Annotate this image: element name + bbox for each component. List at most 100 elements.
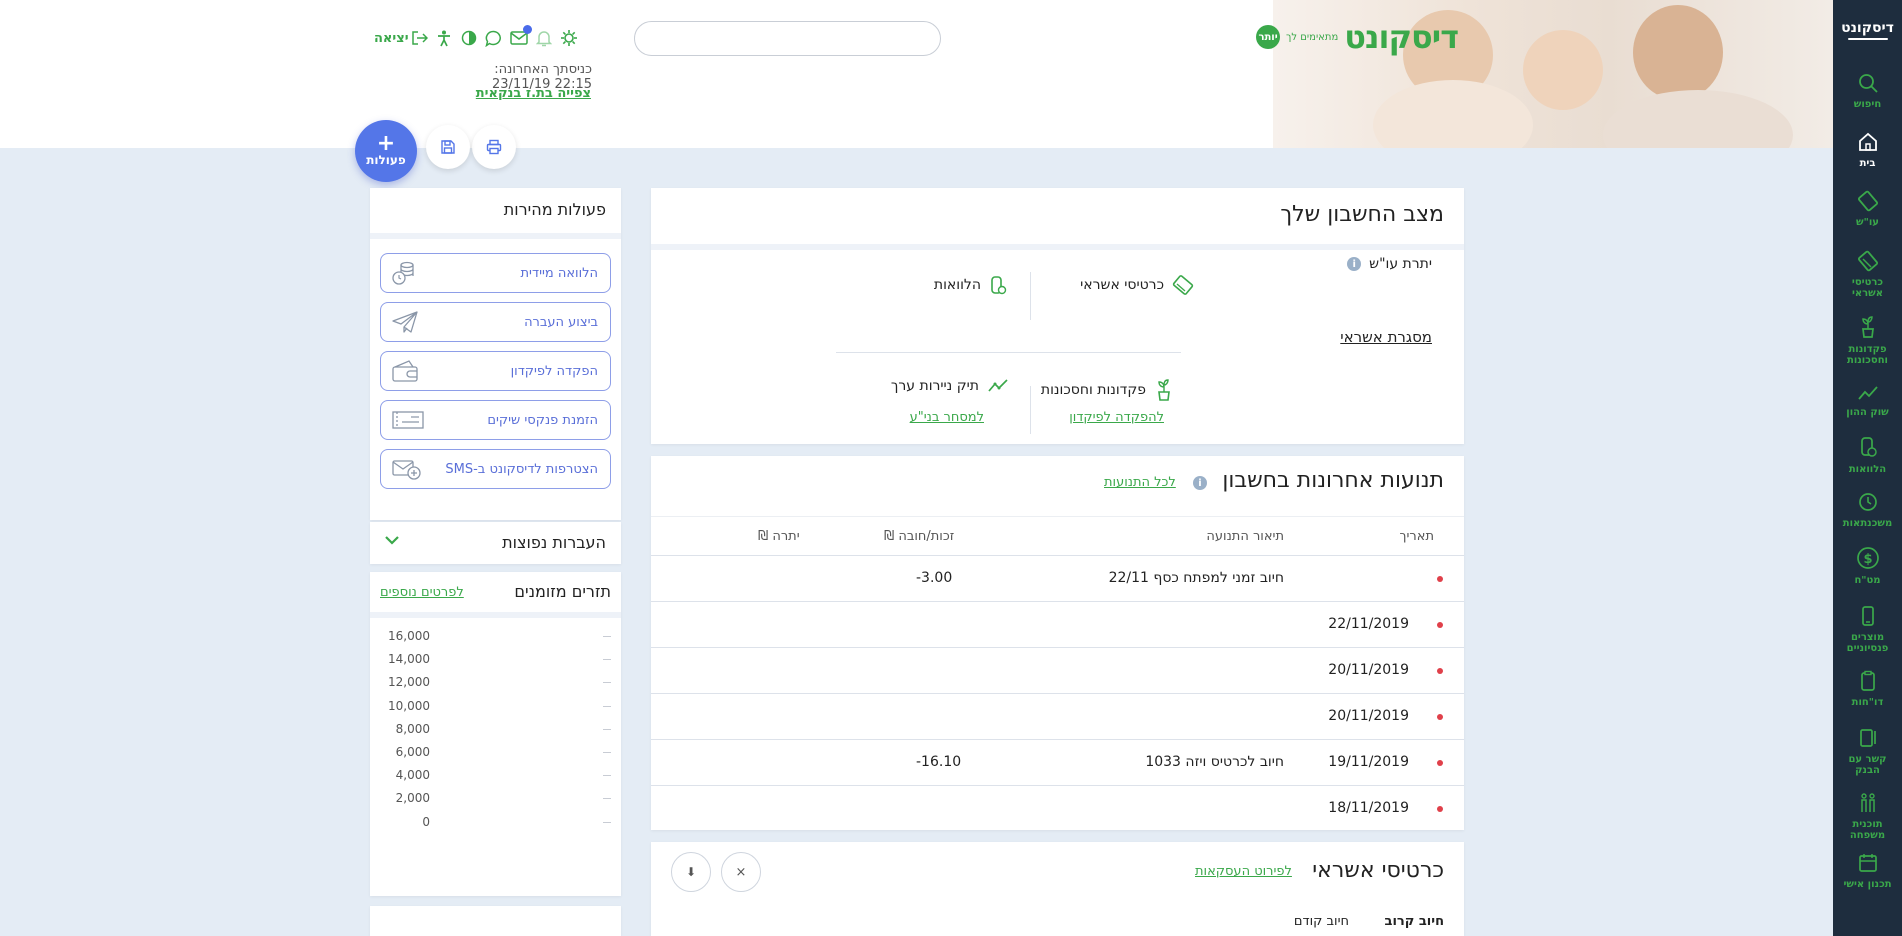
tiles-divider xyxy=(836,352,1181,353)
sidebar-item-home[interactable]: בית xyxy=(1833,131,1902,169)
quick-actions-panel: פעולות מהירות הלוואה מיידית ביצוע העברה … xyxy=(370,188,621,520)
bell-icon[interactable] xyxy=(535,29,553,47)
instant-loan-button[interactable]: הלוואה מיידית xyxy=(380,253,611,293)
sidebar-item-pension[interactable]: מוצרים פנסיוניים xyxy=(1833,605,1902,654)
sidebar-item-loans[interactable]: הלוואות xyxy=(1833,435,1902,475)
securities-tile[interactable]: תיק ניירות ערך xyxy=(891,378,1009,394)
panel-divider xyxy=(370,612,621,618)
table-row[interactable]: 20/11/2019 xyxy=(651,648,1464,694)
actions-fab[interactable]: + פעולות xyxy=(355,120,417,182)
sidebar-item-forex[interactable]: $ מט"ח xyxy=(1833,546,1902,586)
search-input[interactable] xyxy=(634,21,941,56)
paper-plane-icon xyxy=(392,311,418,333)
table-row[interactable]: חיוב זמני למפתח כסף 22/11 -3.00 xyxy=(651,556,1464,602)
bank-id-link[interactable]: צפייה בת.ז בנקאית xyxy=(400,86,591,101)
column-description[interactable]: תיאור התנועה xyxy=(1206,529,1284,544)
save-button[interactable] xyxy=(426,125,470,169)
sidebar-item-checking[interactable]: עו"ש xyxy=(1833,190,1902,228)
gear-icon[interactable] xyxy=(560,29,578,47)
credit-cards-tile[interactable]: כרטיסי אשראי xyxy=(1080,274,1194,296)
sidebar-item-capital-market[interactable]: שוק ההון xyxy=(1833,384,1902,418)
status-dot xyxy=(1437,576,1443,582)
download-button[interactable]: ⬇ xyxy=(671,852,711,892)
y-tick-label: 6,000 xyxy=(395,745,430,759)
status-dot xyxy=(1437,806,1443,812)
trade-securities-link[interactable]: למסחר בני"ע xyxy=(910,410,984,425)
sidebar-item-family-plan[interactable]: תוכנית משפחה xyxy=(1833,792,1902,841)
column-balance[interactable]: יתרה ₪ xyxy=(758,529,800,544)
table-row[interactable]: 19/11/2019 חיוב לכרטיס ויזה 1033 -16.10 xyxy=(651,740,1464,786)
quick-action-label: הצטרפות לדיסקונט ב-SMS xyxy=(445,461,598,477)
sidebar-item-label: תכנון אישי xyxy=(1843,879,1892,890)
loan-icon xyxy=(1860,437,1877,457)
status-dot xyxy=(1437,622,1443,628)
sidebar-item-label: כרטיסי אשראי xyxy=(1851,277,1884,299)
order-checkbooks-button[interactable]: הזמנת פנקסי שיקים xyxy=(380,400,611,440)
sidebar-item-contact[interactable]: קשר עם הבנק xyxy=(1833,727,1902,776)
column-date[interactable]: תאריך xyxy=(1400,529,1434,544)
close-button[interactable]: × xyxy=(721,852,761,892)
all-transactions-link[interactable]: לכל התנועות xyxy=(1104,475,1176,490)
discount-logo[interactable]: דיסקונט מתאימים לך יותר xyxy=(1256,18,1459,56)
credit-card-icon xyxy=(1857,250,1878,272)
y-tick-mark xyxy=(603,775,611,777)
mail-icon[interactable] xyxy=(509,25,532,47)
search-icon xyxy=(1858,74,1878,93)
table-row[interactable]: 18/11/2019 xyxy=(651,786,1464,832)
credit-frame-link[interactable]: מסגרת אשראי xyxy=(1340,328,1432,346)
transactions-details-link[interactable]: לפירוט העסקאות xyxy=(1195,864,1292,879)
deposit-button[interactable]: הפקדה לפיקדון xyxy=(380,351,611,391)
chart-icon xyxy=(1857,386,1878,400)
y-tick-label: 8,000 xyxy=(395,721,430,736)
loans-tile[interactable]: הלוואות xyxy=(934,274,1009,296)
sidebar-logo[interactable]: דיסקונט xyxy=(1833,20,1902,40)
tab-previous-charge[interactable]: חיוב קודם xyxy=(1294,914,1349,929)
sms-signup-button[interactable]: הצטרפות לדיסקונט ב-SMS xyxy=(380,449,611,489)
print-button[interactable] xyxy=(472,125,516,169)
sidebar-item-personal-plan[interactable]: תכנון אישי xyxy=(1833,852,1902,890)
chevron-down-icon[interactable] xyxy=(384,534,400,546)
sidebar-item-reports[interactable]: דו"חות xyxy=(1833,670,1902,708)
info-icon[interactable]: i xyxy=(1193,476,1207,490)
sidebar-item-label: קשר עם הבנק xyxy=(1848,754,1887,776)
actions-label: פעולות xyxy=(366,153,406,167)
panel-divider xyxy=(651,244,1464,250)
sidebar-item-deposits[interactable]: פקדונות וחסכונות xyxy=(1833,315,1902,366)
svg-text:$: $ xyxy=(1863,552,1872,567)
logout-icon xyxy=(411,31,428,45)
status-dot xyxy=(1437,714,1443,720)
plant-icon xyxy=(1861,316,1874,338)
quick-action-label: הזמנת פנקסי שיקים xyxy=(487,412,598,428)
frequent-transfers-panel[interactable]: העברות נפוצות xyxy=(370,522,621,564)
sms-icon xyxy=(392,460,421,480)
contrast-icon[interactable] xyxy=(460,29,478,47)
sidebar-item-search[interactable]: חיפוש xyxy=(1833,72,1902,110)
table-row[interactable]: 20/11/2019 xyxy=(651,694,1464,740)
sidebar-item-credit-cards[interactable]: כרטיסי אשראי xyxy=(1833,250,1902,299)
accessibility-icon[interactable] xyxy=(435,29,453,47)
deposits-tile[interactable]: פקדונות וחסכונות xyxy=(1041,378,1174,402)
dollar-icon: $ xyxy=(1856,547,1879,569)
tx-description: חיוב לכרטיס ויזה 1033 xyxy=(1145,754,1284,770)
y-tick-mark xyxy=(603,705,611,707)
column-amount[interactable]: זכות/חובה ₪ xyxy=(884,529,954,544)
account-status-panel: מצב החשבון שלך יתרת עו"ש i מסגרת אשראי כ… xyxy=(651,188,1464,444)
sidebar-item-mortgages[interactable]: משכנתאות xyxy=(1833,491,1902,529)
tab-next-charge[interactable]: חיוב קרוב xyxy=(1385,914,1444,929)
close-icon: × xyxy=(735,864,747,880)
deposit-link[interactable]: להפקדה לפיקדון xyxy=(1069,410,1164,425)
y-tick-mark xyxy=(603,682,611,684)
transfer-button[interactable]: ביצוע העברה xyxy=(380,302,611,342)
logo-tagline: מתאימים לך xyxy=(1286,31,1339,43)
sidebar-item-label: משכנתאות xyxy=(1842,518,1893,529)
tx-date: 19/11/2019 xyxy=(1328,754,1409,770)
sidebar-item-label: מט"ח xyxy=(1854,575,1881,586)
logo-smile-line xyxy=(1847,38,1888,40)
table-row[interactable]: 22/11/2019 xyxy=(651,602,1464,648)
quick-action-label: הפקדה לפיקדון xyxy=(510,363,598,379)
cash-flow-details-link[interactable]: לפרטים נוספים xyxy=(380,585,464,600)
logout-link[interactable]: יציאה xyxy=(374,31,428,46)
chat-icon[interactable] xyxy=(485,29,503,47)
credit-cards-panel: כרטיסי אשראי לפירוט העסקאות × ⬇ חיוב קרו… xyxy=(651,842,1464,936)
info-icon[interactable]: i xyxy=(1347,257,1362,271)
